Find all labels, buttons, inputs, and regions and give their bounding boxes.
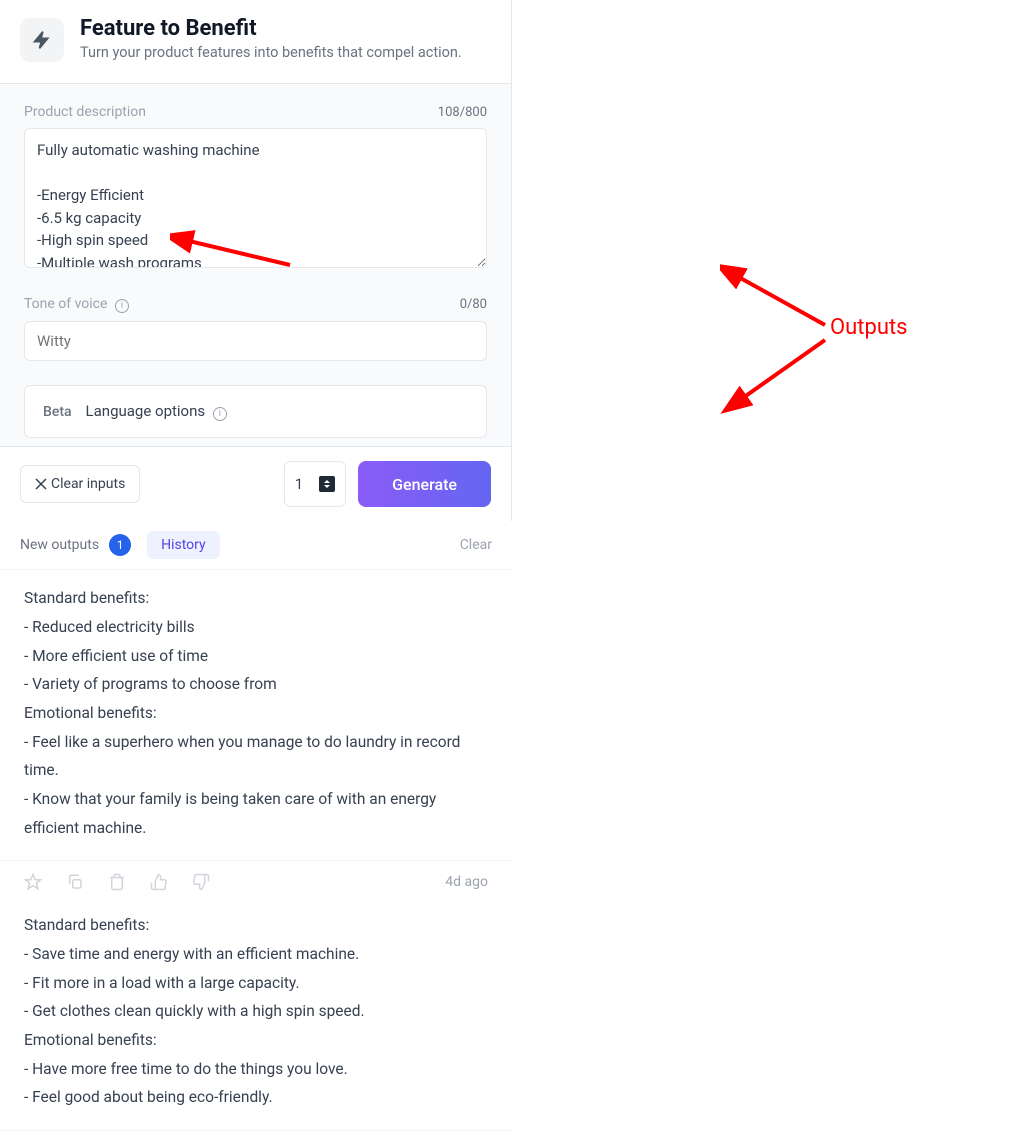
- delete-icon[interactable]: [108, 873, 126, 891]
- quantity-stepper[interactable]: 1: [284, 461, 346, 507]
- copy-icon[interactable]: [66, 873, 84, 891]
- clear-inputs-button[interactable]: Clear inputs: [20, 465, 140, 503]
- output-text: - Have more free time to do the things y…: [24, 1055, 488, 1084]
- product-description-label: Product description: [24, 104, 146, 120]
- info-icon[interactable]: i: [213, 407, 227, 421]
- output-text: Emotional benefits:: [24, 699, 488, 728]
- output-timestamp: 4d ago: [445, 874, 488, 890]
- output-text: - Get clothes clean quickly with a high …: [24, 997, 488, 1026]
- output-text: - Variety of programs to choose from: [24, 670, 488, 699]
- history-tab[interactable]: History: [147, 531, 220, 559]
- outputs-count-badge: 1: [109, 534, 131, 556]
- output-text: - Reduced electricity bills: [24, 613, 488, 642]
- output-text: - Save time and energy with an efficient…: [24, 940, 488, 969]
- product-description-count: 108/800: [438, 105, 487, 120]
- new-outputs-label: New outputs: [20, 537, 99, 553]
- clear-outputs-button[interactable]: Clear: [460, 537, 492, 553]
- output-text: - More efficient use of time: [24, 642, 488, 671]
- star-icon[interactable]: [24, 873, 42, 891]
- beta-badge: Beta: [43, 404, 72, 420]
- header: Feature to Benefit Turn your product fea…: [0, 0, 511, 84]
- info-icon[interactable]: i: [115, 299, 129, 313]
- page-subtitle: Turn your product features into benefits…: [80, 43, 462, 63]
- right-panel: New outputs 1 History Clear Standard ben…: [0, 521, 512, 1131]
- output-text: Standard benefits:: [24, 911, 488, 940]
- output-text: - Feel good about being eco-friendly.: [24, 1083, 488, 1112]
- tone-count: 0/80: [460, 297, 487, 312]
- outputs-header: New outputs 1 History Clear: [0, 521, 512, 570]
- tone-label: Tone of voice i: [24, 296, 129, 313]
- feature-icon-box: [20, 18, 64, 62]
- language-label: Language options i: [86, 402, 227, 421]
- x-icon: [35, 478, 47, 490]
- output-text: - Feel like a superhero when you manage …: [24, 728, 488, 785]
- tone-input[interactable]: [24, 321, 487, 361]
- page-title: Feature to Benefit: [80, 16, 462, 41]
- thumbs-up-icon[interactable]: [150, 873, 168, 891]
- form-area: Product description 108/800 Tone of voic…: [0, 84, 511, 446]
- output-card: Standard benefits: - Reduced electricity…: [0, 570, 512, 861]
- annotation-label: Outputs: [830, 315, 908, 340]
- annotation-arrow-output2: [720, 335, 840, 415]
- annotation-arrow-output1: [720, 260, 840, 340]
- generate-button[interactable]: Generate: [358, 461, 491, 507]
- output-text: Emotional benefits:: [24, 1026, 488, 1055]
- output-text: Standard benefits:: [24, 584, 488, 613]
- output-text: - Know that your family is being taken c…: [24, 785, 488, 842]
- product-description-input[interactable]: [24, 128, 487, 268]
- quantity-value: 1: [295, 475, 303, 493]
- footer-bar: Clear inputs 1 Generate: [0, 446, 511, 521]
- output-card: Standard benefits: - Save time and energ…: [0, 897, 512, 1131]
- outputs-list: Standard benefits: - Reduced electricity…: [0, 570, 512, 1131]
- stepper-icon[interactable]: [319, 476, 335, 492]
- output-actions: 4d ago: [0, 861, 512, 897]
- left-panel: Feature to Benefit Turn your product fea…: [0, 0, 512, 521]
- lightning-icon: [32, 30, 52, 50]
- output-text: - Fit more in a load with a large capaci…: [24, 969, 488, 998]
- thumbs-down-icon[interactable]: [192, 873, 210, 891]
- language-options[interactable]: Beta Language options i: [24, 385, 487, 438]
